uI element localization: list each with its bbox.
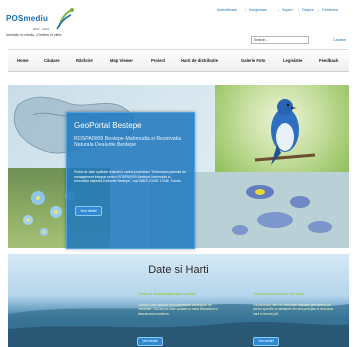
top-link-login[interactable]: Autentificare <box>217 8 237 12</box>
logo[interactable]: POSmediu <box>6 14 48 23</box>
nav-item-legislatie[interactable]: Legislatie <box>283 58 302 63</box>
nav-item-map-viewer[interactable]: Map Viewer <box>110 58 133 63</box>
top-link-separator: | <box>278 8 279 12</box>
column-title-search-data: Cauta si vizualizeaza date spatiale <box>138 292 197 296</box>
column-title-map-sections: Vizualizeaza sectiuni de harta <box>253 292 304 296</box>
hero-bird-image <box>215 85 349 172</box>
top-link-separator: | <box>318 8 319 12</box>
tagline: Investim în mediu. Credem în viitor. <box>6 33 63 37</box>
nav-item-proiect[interactable]: Proiect <box>151 58 165 63</box>
nav-item-galerie-foto[interactable]: Galerie Foto <box>241 58 265 63</box>
search-button[interactable]: Cautare <box>333 38 346 42</box>
top-link-register[interactable]: Înregistrare <box>249 8 267 12</box>
top-link-about[interactable]: Despre <box>302 8 314 12</box>
nav-item-cautare[interactable]: Căutare <box>44 58 60 63</box>
section-title: Date si Harti <box>148 264 209 276</box>
nav-item-rasfoire[interactable]: Răsfoire <box>76 58 93 63</box>
nav-item-harti-distributie[interactable]: Harti de distributie <box>181 58 218 63</box>
logo-years: 2007 - 2013 <box>33 27 50 31</box>
hero-details-button[interactable]: Vezi detalii <box>75 206 102 216</box>
top-link-separator: | <box>298 8 299 12</box>
search-input[interactable]: Search... <box>251 36 309 44</box>
top-link-separator: | <box>245 8 246 12</box>
nav-item-home[interactable]: Home <box>17 58 29 63</box>
search-data-details-button[interactable]: Vezi detalii <box>137 337 163 346</box>
logo-mark-icon <box>56 8 74 30</box>
map-sections-details-button[interactable]: Vezi detalii <box>253 337 279 346</box>
nav-item-feedback[interactable]: Feedback <box>319 58 338 63</box>
column-text-search-data: Cautare date spatiale prin intermediul c… <box>138 303 218 316</box>
column-text-map-sections: Vizualizeaza harti de distributie realiz… <box>253 303 334 316</box>
top-link-support[interactable]: Suport <box>282 8 293 12</box>
hero-description: Portal de date spatiale realizat in cadr… <box>74 170 186 184</box>
hero-title: GeoPortal Bestepe <box>74 121 142 130</box>
hero-subtitle: ROSPA0009 Bestepe-Mahmudia si Rezervatia… <box>74 136 182 149</box>
top-link-feedback[interactable]: Feedback <box>322 8 338 12</box>
